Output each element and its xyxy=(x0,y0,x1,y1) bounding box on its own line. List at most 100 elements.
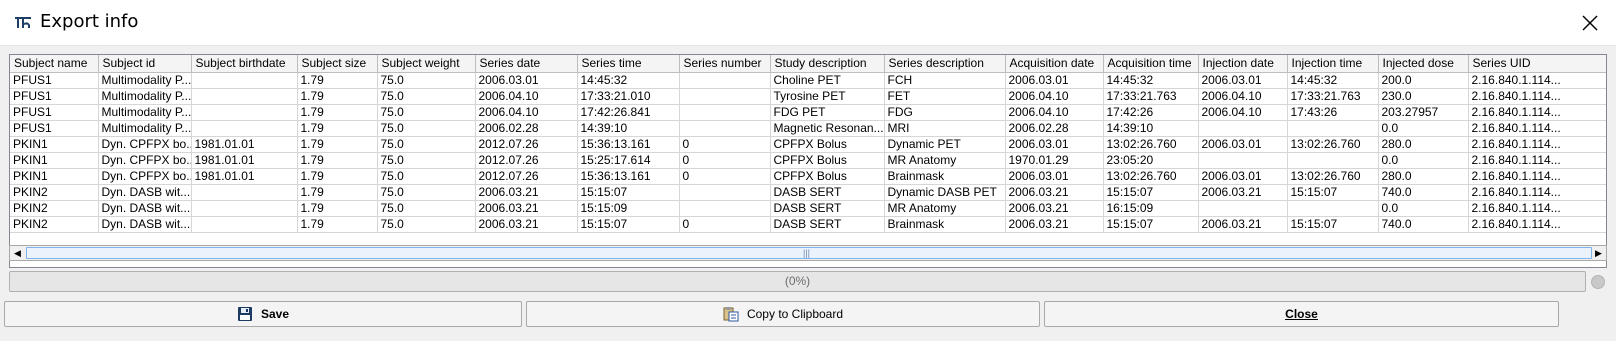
table-cell: PKIN1 xyxy=(10,136,99,153)
table-cell: PKIN2 xyxy=(10,216,99,233)
table-cell: 1970.01.29 xyxy=(1005,152,1104,169)
table-cell: Magnetic Resonan... xyxy=(770,120,885,137)
column-header[interactable]: Subject name xyxy=(10,55,99,73)
table-cell: 75.0 xyxy=(377,88,476,105)
table-cell: PFUS1 xyxy=(10,120,99,137)
table-row[interactable]: PKIN2 Dyn. DASB wit... 1.79 75.0 2006.03.21 1… xyxy=(10,216,1606,233)
table-cell: Multimodality P... xyxy=(98,120,192,137)
table-cell: 1.79 xyxy=(297,200,378,217)
table-cell: 1981.01.01 xyxy=(191,152,298,169)
table-cell: 2012.07.26 xyxy=(475,136,578,153)
close-button[interactable]: Close xyxy=(1044,301,1559,327)
table-cell: 17:42:26 xyxy=(1103,104,1199,121)
column-header[interactable]: Acquisition time xyxy=(1103,55,1199,73)
table-cell xyxy=(1287,120,1379,137)
column-header[interactable]: Subject weight xyxy=(377,55,476,73)
column-header[interactable]: Injection date xyxy=(1198,55,1288,73)
save-button[interactable]: Save xyxy=(4,301,522,327)
column-header[interactable]: Subject size xyxy=(297,55,378,73)
table-cell: Multimodality P... xyxy=(98,104,192,121)
window-title: Export info xyxy=(40,11,139,32)
table-cell: Dyn. DASB wit... xyxy=(98,200,192,217)
data-grid: Subject name Subject id Subject birthdate S… xyxy=(10,55,1606,233)
table-cell: 2006.03.21 xyxy=(475,200,578,217)
table-cell: 2006.03.01 xyxy=(1198,136,1288,153)
dialog-content: Subject name Subject id Subject birthdate S… xyxy=(0,46,1616,341)
floppy-disk-icon xyxy=(237,307,252,321)
table-cell xyxy=(679,184,771,201)
table-cell: FCH xyxy=(884,72,1006,89)
column-header[interactable]: Subject birthdate xyxy=(191,55,298,73)
scroll-left-arrow-icon[interactable]: ◀ xyxy=(10,246,25,260)
table-cell: 13:02:26.760 xyxy=(1287,136,1379,153)
table-cell: MR Anatomy xyxy=(884,152,1006,169)
table-row[interactable]: PFUS1 Multimodality P... 1.79 75.0 2006.04.1… xyxy=(10,88,1606,105)
column-header[interactable]: Injection time xyxy=(1287,55,1379,73)
table-cell: 2.16.840.1.114... xyxy=(1468,216,1606,233)
table-cell xyxy=(191,88,298,105)
table-cell: 1.79 xyxy=(297,72,378,89)
table-cell: 75.0 xyxy=(377,120,476,137)
table-row[interactable]: PFUS1 Multimodality P... 1.79 75.0 2006.04.1… xyxy=(10,104,1606,121)
progress-bar: (0%) xyxy=(9,271,1586,292)
table-cell: 2.16.840.1.114... xyxy=(1468,184,1606,201)
table-cell: Dynamic PET xyxy=(884,136,1006,153)
table-cell xyxy=(191,200,298,217)
column-header[interactable]: Study description xyxy=(770,55,885,73)
table-cell: 0 xyxy=(679,216,771,233)
table-cell: 75.0 xyxy=(377,168,476,185)
table-cell: 203.27957 xyxy=(1378,104,1469,121)
table-cell: 2006.02.28 xyxy=(475,120,578,137)
table-cell: Brainmask xyxy=(884,216,1006,233)
table-cell: 17:42:26.841 xyxy=(577,104,680,121)
close-icon[interactable] xyxy=(1578,11,1602,35)
table-row[interactable]: PKIN1 Dyn. CPFPX bo... 1981.01.01 1.79 75.0 2… xyxy=(10,152,1606,169)
table-cell: 2.16.840.1.114... xyxy=(1468,200,1606,217)
table-row[interactable]: PFUS1 Multimodality P... 1.79 75.0 2006.02.2… xyxy=(10,120,1606,137)
table-cell: 2006.03.01 xyxy=(1198,72,1288,89)
table-cell: 14:39:10 xyxy=(1103,120,1199,137)
table-cell: 2006.03.21 xyxy=(475,216,578,233)
scrollbar-thumb[interactable]: ||| xyxy=(26,247,1592,259)
table-cell: 2006.03.01 xyxy=(475,72,578,89)
table-cell: 2.16.840.1.114... xyxy=(1468,152,1606,169)
table-cell: 1.79 xyxy=(297,88,378,105)
column-header[interactable]: Series date xyxy=(475,55,578,73)
scroll-right-arrow-icon[interactable]: ▶ xyxy=(1591,246,1606,260)
copy-to-clipboard-button[interactable]: Copy to Clipboard xyxy=(526,301,1040,327)
table-cell: 2006.04.10 xyxy=(1005,88,1104,105)
header-row: Subject name Subject id Subject birthdate S… xyxy=(10,55,1606,73)
table-cell: 0.0 xyxy=(1378,152,1469,169)
horizontal-scrollbar[interactable]: ◀ ||| ▶ xyxy=(9,245,1607,261)
table-cell xyxy=(191,72,298,89)
column-header[interactable]: Series time xyxy=(577,55,680,73)
column-header[interactable]: Series description xyxy=(884,55,1006,73)
column-header[interactable]: Injected dose xyxy=(1378,55,1469,73)
table-cell: 200.0 xyxy=(1378,72,1469,89)
table-row[interactable]: PKIN2 Dyn. DASB wit... 1.79 75.0 2006.03.21 1… xyxy=(10,200,1606,217)
table-row[interactable]: PKIN2 Dyn. DASB wit... 1.79 75.0 2006.03.21 1… xyxy=(10,184,1606,201)
table-cell xyxy=(191,120,298,137)
status-indicator xyxy=(1591,275,1605,289)
table-cell: FET xyxy=(884,88,1006,105)
column-header[interactable]: Series UID xyxy=(1468,55,1606,73)
table-cell: 2006.04.10 xyxy=(1005,104,1104,121)
table-cell: 17:33:21.763 xyxy=(1103,88,1199,105)
table-cell xyxy=(191,104,298,121)
table-row[interactable]: PKIN1 Dyn. CPFPX bo... 1981.01.01 1.79 75.0 2… xyxy=(10,136,1606,153)
table-row[interactable]: PFUS1 Multimodality P... 1.79 75.0 2006.03.0… xyxy=(10,72,1606,89)
table-cell: 15:15:07 xyxy=(1287,184,1379,201)
column-header[interactable]: Series number xyxy=(679,55,771,73)
table-cell: FDG PET xyxy=(770,104,885,121)
table-cell: 2006.04.10 xyxy=(1198,88,1288,105)
table-cell: 1.79 xyxy=(297,136,378,153)
table-cell: 15:15:07 xyxy=(1103,184,1199,201)
table-cell: 2006.03.21 xyxy=(1005,216,1104,233)
table-cell: 2.16.840.1.114... xyxy=(1468,168,1606,185)
column-header[interactable]: Subject id xyxy=(98,55,192,73)
table-row[interactable]: PKIN1 Dyn. CPFPX bo... 1981.01.01 1.79 75.0 2… xyxy=(10,168,1606,185)
table-cell: 2012.07.26 xyxy=(475,152,578,169)
table-cell: 13:02:26.760 xyxy=(1103,136,1199,153)
column-header[interactable]: Acquisition date xyxy=(1005,55,1104,73)
table-cell: CPFPX Bolus xyxy=(770,152,885,169)
